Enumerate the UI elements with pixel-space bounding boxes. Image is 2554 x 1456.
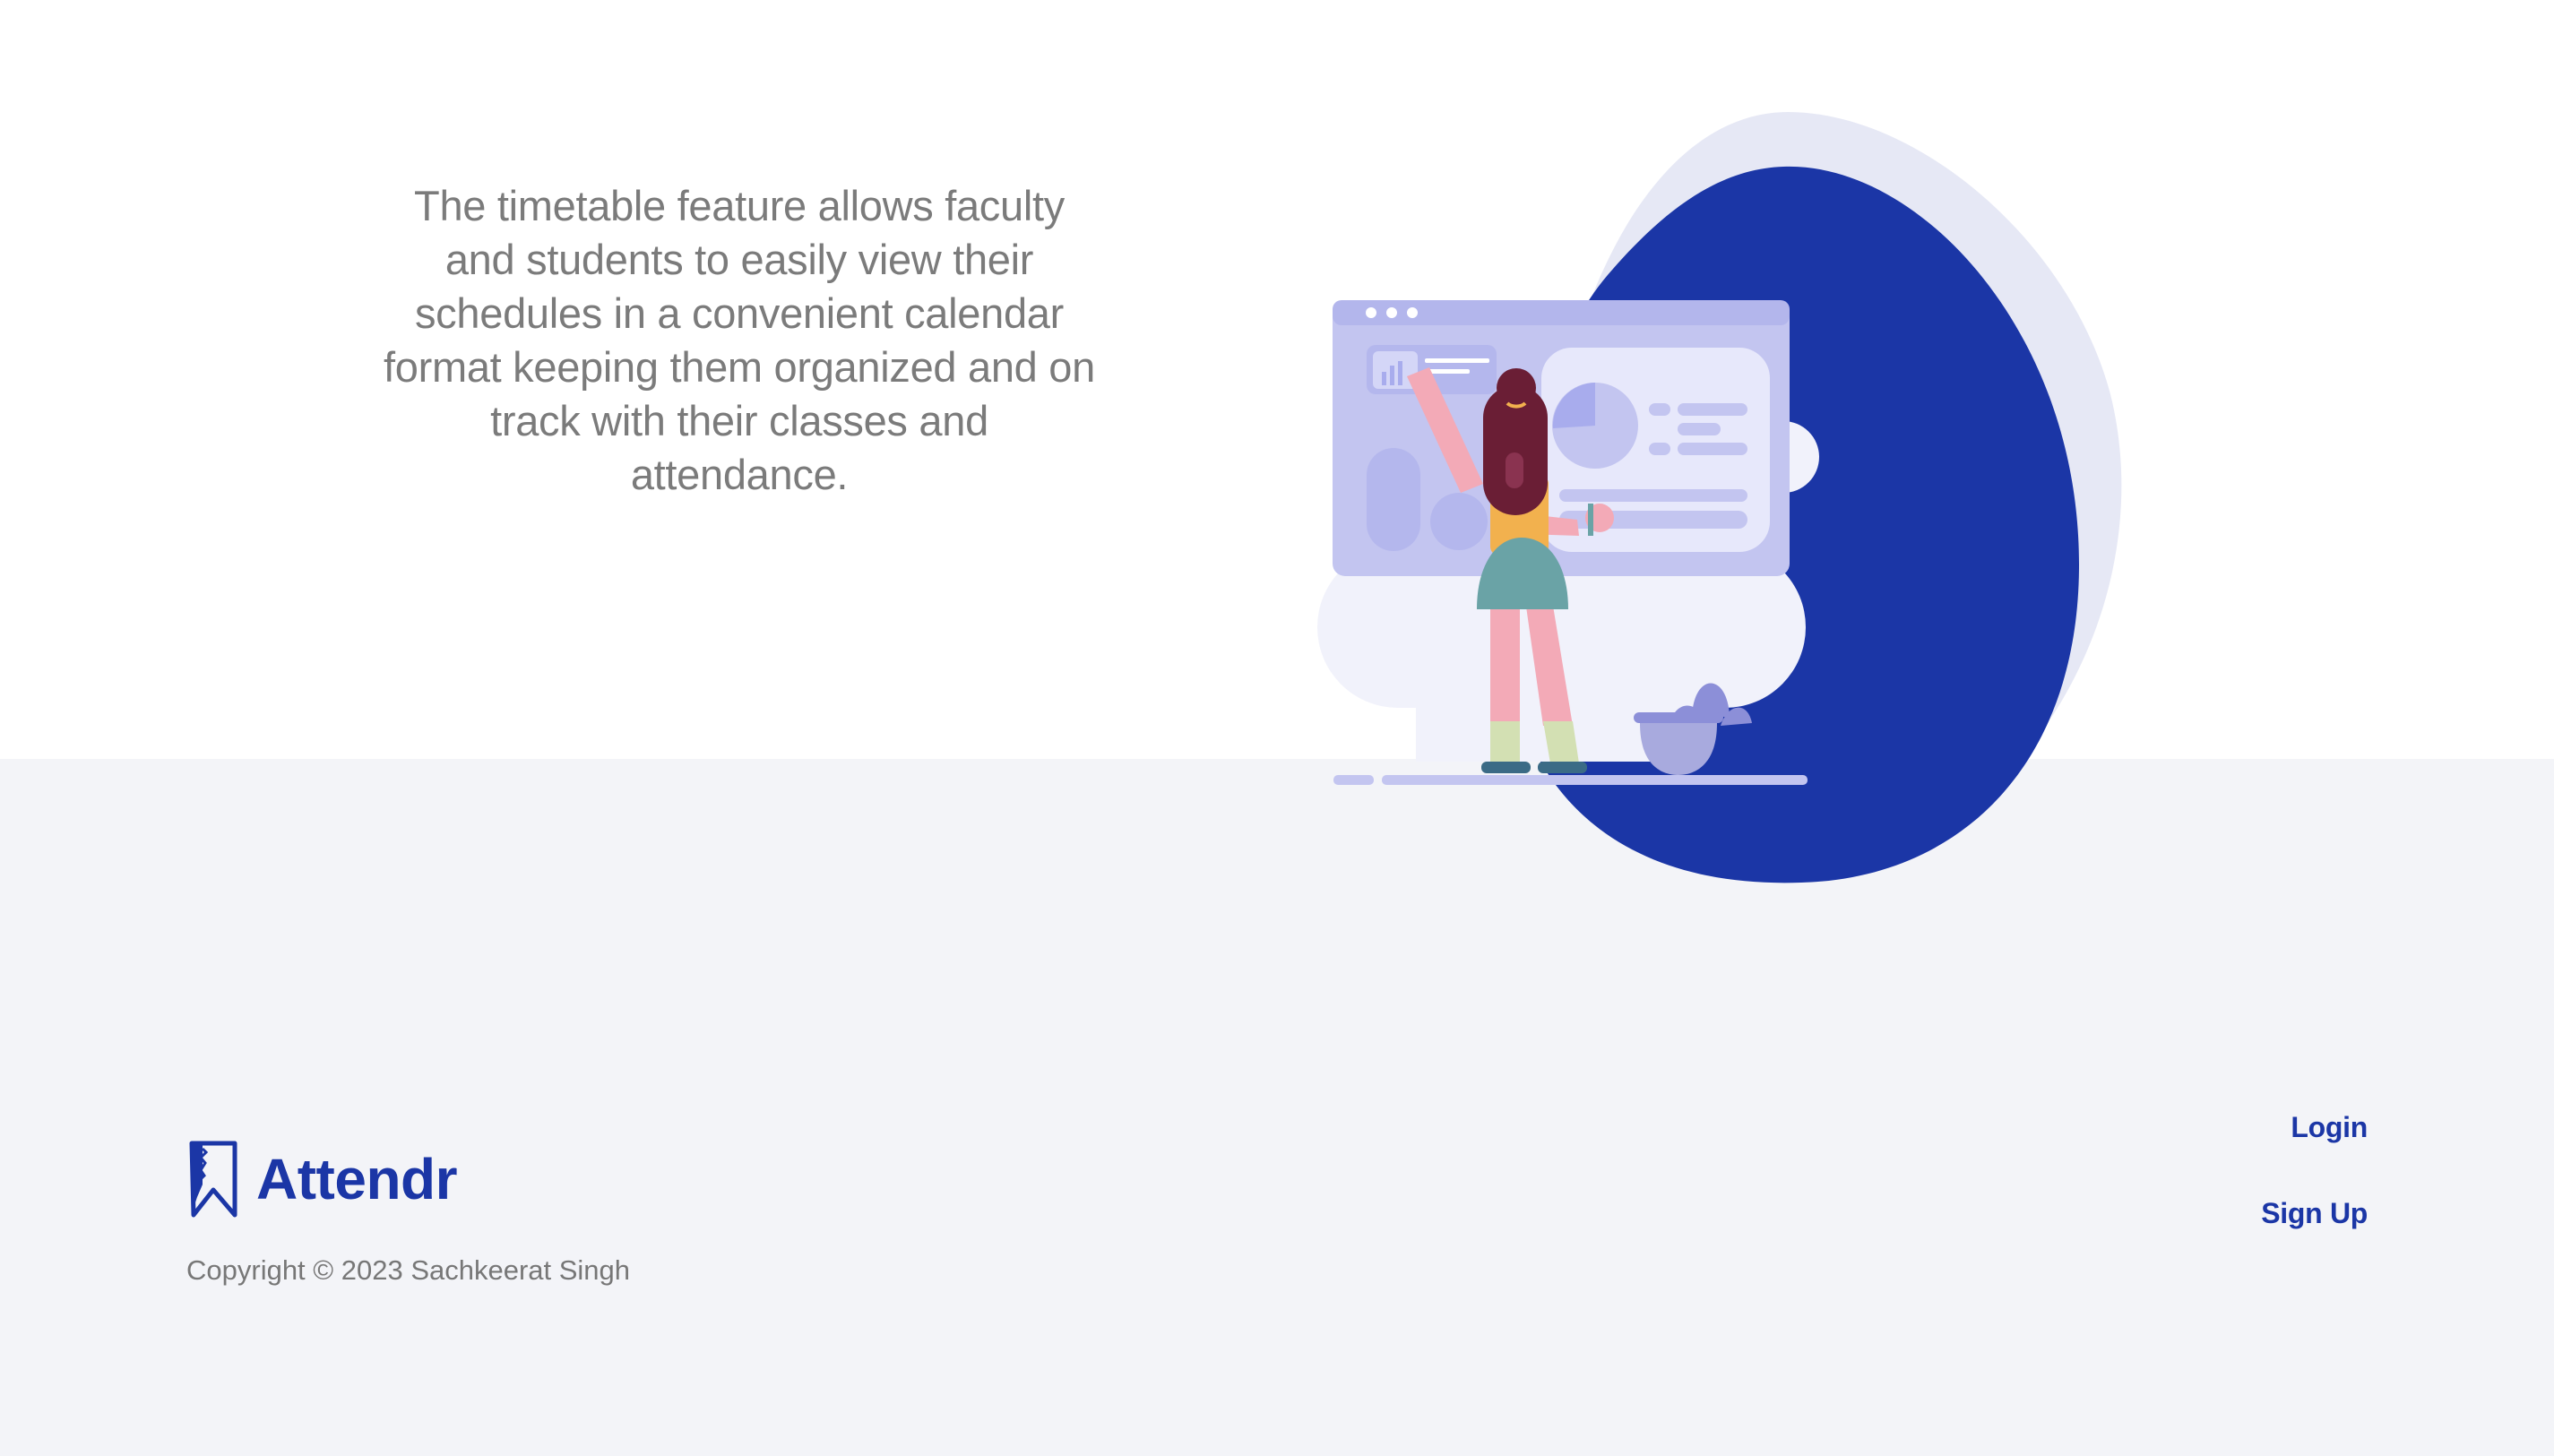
dashboard-titlebar (1333, 300, 1790, 325)
feature-description: The timetable feature allows faculty and… (384, 182, 1095, 498)
floor-line (1333, 775, 1374, 785)
footer (0, 759, 2554, 1456)
brand[interactable]: Attendr (188, 1140, 458, 1219)
copyright-text: Copyright © 2023 Sachkeerat Singh (186, 1254, 631, 1286)
page: The timetable feature allows faculty and… (0, 0, 2554, 1456)
woman-at-dashboard-illustration (1317, 112, 2122, 883)
feature-section: The timetable feature allows faculty and… (0, 0, 2554, 759)
window-dot (1407, 307, 1418, 318)
window-dot (1366, 307, 1376, 318)
brand-name: Attendr (256, 1147, 458, 1211)
login-link[interactable]: Login (2291, 1111, 2368, 1144)
window-dot (1386, 307, 1397, 318)
pill-shape (1367, 448, 1420, 551)
bookmark-logo-icon (189, 1141, 237, 1218)
circle-shape (1430, 493, 1488, 550)
floor-line (1382, 775, 1808, 785)
signup-link[interactable]: Sign Up (2261, 1197, 2368, 1230)
